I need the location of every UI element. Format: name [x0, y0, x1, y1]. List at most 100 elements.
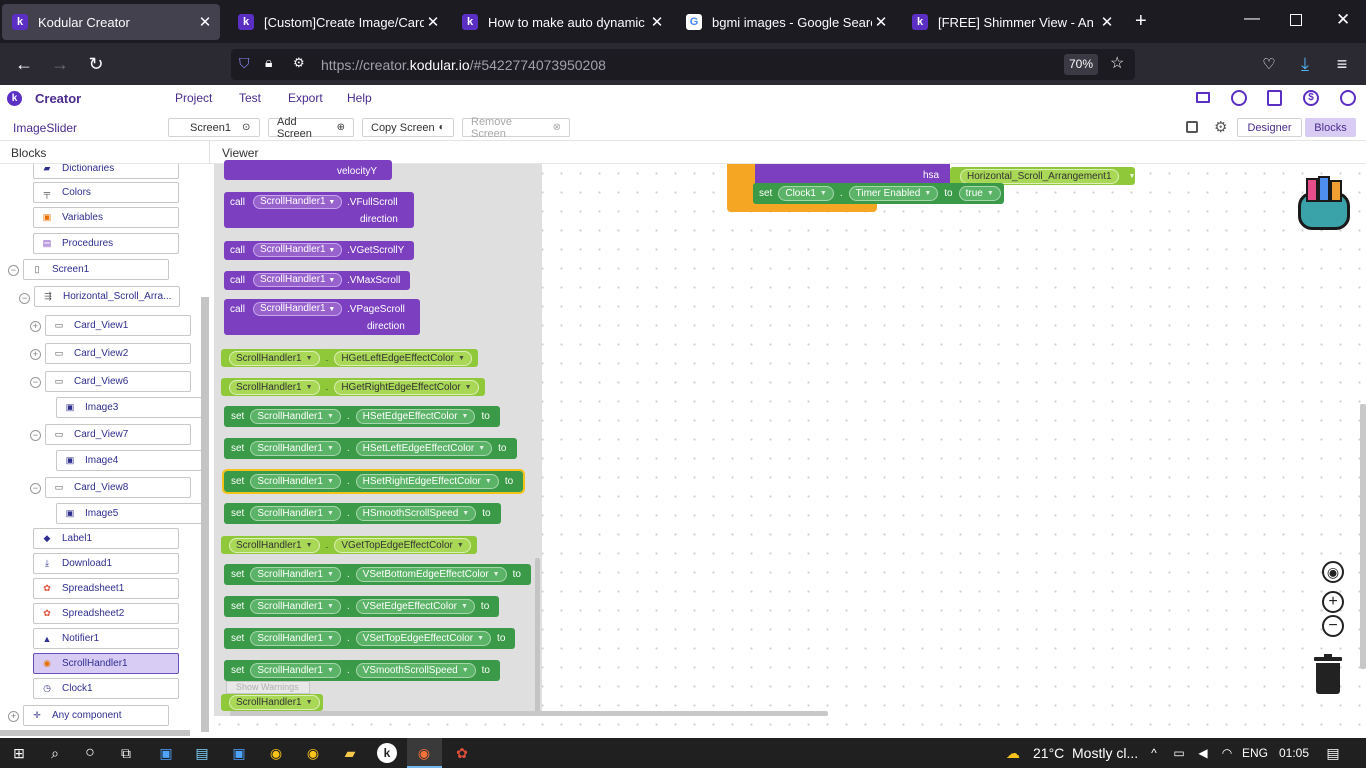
chrome-icon-2[interactable]: ◉ [303, 743, 323, 763]
get-h-right-edge-color-block[interactable]: ScrollHandler1 ▼. HGetRightEdgeEffectColor… [221, 378, 485, 396]
set-v-smooth-scroll-speed-block[interactable]: set ScrollHandler1 ▼. VSmoothScrollSpeed ▼ to [224, 660, 500, 681]
restore-window-icon[interactable] [1290, 14, 1302, 26]
menu-test[interactable]: Test [239, 91, 261, 105]
backpack-icon[interactable] [1294, 174, 1352, 232]
tree-item-colors[interactable]: ╤ Colors [33, 182, 179, 203]
set-v-top-edge-color-block[interactable]: set ScrollHandler1 ▼. VSetTopEdgeEffectColo… [224, 628, 516, 649]
cortana-icon[interactable]: ○ [80, 743, 100, 763]
close-tab-icon[interactable]: ✕ [424, 13, 442, 31]
back-arrow-icon[interactable]: ← [11, 51, 37, 77]
scrollhandler-component-block[interactable]: ScrollHandler1 ▼ [221, 694, 323, 711]
close-tab-icon[interactable]: ✕ [196, 13, 214, 31]
lock-icon[interactable]: 🔒︎ [265, 54, 272, 71]
workspace-vertical-scrollbar[interactable] [1360, 404, 1366, 669]
get-h-left-edge-color-block[interactable]: ScrollHandler1 ▼. HGetLeftEdgeEffectColor ▼ [221, 349, 478, 367]
set-h-edge-color-block[interactable]: set ScrollHandler1 ▼. HSetEdgeEffectColor ▼ t… [224, 406, 500, 427]
workspace-horizontal-scrollbar[interactable] [230, 711, 828, 716]
shield-icon[interactable]: ⛉ [239, 55, 250, 72]
palette-icon[interactable] [1231, 90, 1247, 106]
collapse-card-view6-icon[interactable]: − [30, 377, 41, 388]
tab-shimmer-view[interactable]: k [FREE] Shimmer View - An exter ✕ [902, 4, 1122, 40]
menu-help[interactable]: Help [347, 91, 372, 105]
collapse-arrangement-icon[interactable]: − [19, 293, 30, 304]
new-tab-icon[interactable]: + [1135, 10, 1147, 33]
gallery-icon[interactable] [1186, 121, 1198, 133]
tree-item-image3[interactable]: ▣ Image3 [56, 397, 202, 418]
minimize-window-icon[interactable]: — [1244, 10, 1260, 28]
tree-item-horizontal-scroll-arrangement[interactable]: ⇶ Horizontal_Scroll_Arra... [34, 286, 180, 307]
app-menu-icon[interactable]: ≡ [1329, 51, 1355, 77]
tree-scrollbar[interactable] [201, 297, 209, 732]
tree-item-procedures[interactable]: ▤ Procedures [33, 233, 179, 254]
show-warnings-button[interactable]: Show Warnings [226, 681, 310, 694]
settings-gear-icon[interactable]: ⚙ [1214, 118, 1227, 136]
chrome-icon[interactable]: ◉ [266, 743, 286, 763]
tree-item-variables[interactable]: ▣ Variables [33, 207, 179, 228]
firefox-taskbar-active[interactable]: ◉ [407, 738, 442, 768]
tree-item-card-view1[interactable]: ▭ Card_View1 [45, 315, 191, 336]
url-bar[interactable]: ⛉ 🔒︎ ⚙ https://creator.kodular.io/#54227… [231, 49, 1135, 80]
tree-item-label1[interactable]: ◆ Label1 [33, 528, 179, 549]
search-icon[interactable]: ⌕ [45, 743, 65, 763]
tab-custom-create-image[interactable]: k [Custom]Create Image/Card/La ✕ [228, 4, 448, 40]
call-vpagescroll-block[interactable]: call ScrollHandler1 ▼ .VPageScroll direc… [224, 299, 420, 335]
close-window-icon[interactable]: ✕ [1336, 10, 1350, 30]
expand-card-view2-icon[interactable]: + [30, 349, 41, 360]
notifications-icon[interactable]: ▤ [1323, 743, 1343, 763]
collapse-screen1-icon[interactable]: − [8, 265, 19, 276]
menu-project[interactable]: Project [175, 91, 212, 105]
zoom-out-icon[interactable]: − [1322, 615, 1344, 637]
notepad-icon[interactable]: ▤ [192, 743, 212, 763]
trash-can-icon[interactable] [1314, 654, 1342, 695]
language-indicator[interactable]: ENG [1242, 746, 1268, 760]
set-clock-timer-block[interactable]: set Clock1 ▼ . Timer Enabled ▼ to true ▼ [753, 183, 1004, 204]
close-tab-icon[interactable]: ✕ [648, 13, 666, 31]
add-screen-button[interactable]: Add Screen ⊕ [268, 116, 354, 140]
tree-item-dictionaries[interactable]: ▰ Dictionaries [33, 164, 179, 179]
center-target-icon[interactable]: ◉ [1322, 561, 1344, 583]
weather-description[interactable]: Mostly cl... [1072, 745, 1138, 761]
weather-temperature[interactable]: 21°C [1033, 745, 1064, 761]
set-v-edge-color-block[interactable]: set ScrollHandler1 ▼. VSetEdgeEffectColor ▼ t… [224, 596, 500, 617]
tree-item-download1[interactable]: ⤓ Download1 [33, 553, 179, 574]
copy-screen-button[interactable]: Copy Screen ◐ [362, 118, 454, 137]
app-icon-1[interactable]: ▣ [156, 743, 176, 763]
forward-arrow-icon[interactable]: → [47, 51, 73, 77]
set-h-smooth-scroll-speed-block[interactable]: set ScrollHandler1 ▼. HSmoothScrollSpeed ▼ to [224, 503, 501, 524]
task-view-icon[interactable]: ⧉ [116, 743, 136, 763]
tree-item-card-view2[interactable]: ▭ Card_View2 [45, 343, 191, 364]
collapse-card-view8-icon[interactable]: − [30, 483, 41, 494]
tree-item-card-view8[interactable]: ▭ Card_View8 [45, 477, 191, 498]
downloads-icon[interactable]: ⤓ [1292, 51, 1318, 77]
set-v-bottom-edge-color-block[interactable]: set ScrollHandler1 ▼. VSetBottomEdgeEffectC… [224, 564, 531, 585]
close-tab-icon[interactable]: ✕ [872, 13, 890, 31]
get-v-top-edge-color-block[interactable]: ScrollHandler1 ▼. VGetTopEdgeEffectColor ▼ [221, 536, 477, 554]
permissions-icon[interactable]: ⚙ [293, 55, 305, 71]
tab-kodular-creator[interactable]: k Kodular Creator ✕ [2, 4, 220, 40]
tree-item-clock1[interactable]: ◷ Clock1 [33, 678, 179, 699]
tree-item-image5[interactable]: ▣ Image5 [56, 503, 202, 524]
app-icon-3[interactable]: ✿ [452, 743, 472, 763]
tree-item-screen1[interactable]: ▯ Screen1 [23, 259, 169, 280]
account-icon[interactable] [1340, 90, 1356, 106]
tree-item-card-view6[interactable]: ▭ Card_View6 [45, 371, 191, 392]
tab-auto-dynamic[interactable]: k How to make auto dynamic ima ✕ [452, 4, 672, 40]
wifi-icon[interactable]: ◠ [1217, 743, 1237, 763]
zoom-in-icon[interactable]: + [1322, 591, 1344, 613]
folder-icon[interactable] [1196, 92, 1210, 103]
clock-time[interactable]: 01:05 [1279, 746, 1309, 760]
chevron-up-icon[interactable]: ^ [1144, 743, 1164, 763]
file-explorer-icon[interactable]: ▰ [340, 743, 360, 763]
velocity-y-block[interactable]: velocityY [224, 160, 392, 180]
designer-button[interactable]: Designer [1237, 118, 1302, 137]
tree-item-any-component[interactable]: ✛ Any component [23, 705, 169, 726]
tree-item-card-view7[interactable]: ▭ Card_View7 [45, 424, 191, 445]
pocket-icon[interactable]: ♡ [1256, 51, 1282, 77]
call-vfullscroll-block[interactable]: call ScrollHandler1 ▼ .VFullScroll direc… [224, 192, 414, 228]
call-vgetscrolly-block[interactable]: call ScrollHandler1 ▼ .VGetScrollY [224, 241, 414, 260]
expand-any-component-icon[interactable]: + [8, 711, 19, 722]
call-vmaxscroll-block[interactable]: call ScrollHandler1 ▼ .VMaxScroll [224, 271, 410, 290]
reload-icon[interactable]: ↻ [83, 51, 109, 77]
tree-item-notifier1[interactable]: ▲ Notifier1 [33, 628, 179, 649]
app-icon-2[interactable]: ▣ [229, 743, 249, 763]
